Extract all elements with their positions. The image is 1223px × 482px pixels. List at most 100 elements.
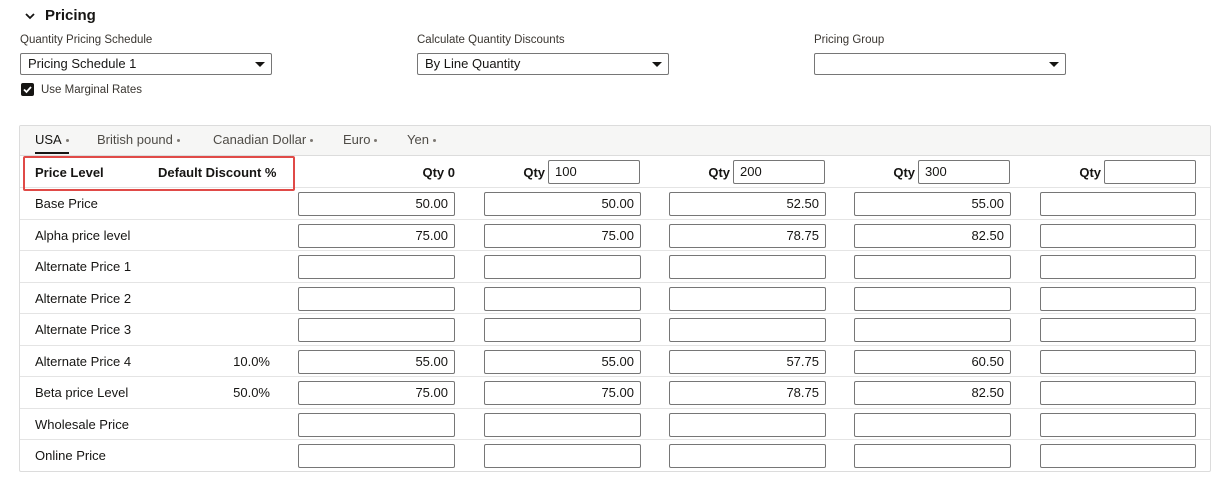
price-cell[interactable]	[1040, 223, 1196, 248]
table-row: Wholesale Price	[20, 409, 1210, 440]
calculate-quantity-discounts-field: Calculate Quantity Discounts By Line Qua…	[417, 34, 669, 75]
price-cell[interactable]	[854, 318, 1011, 342]
quantity-pricing-schedule-select[interactable]: Pricing Schedule 1	[20, 53, 272, 75]
pricing-group-select[interactable]	[814, 53, 1066, 75]
pricing-group-label: Pricing Group	[814, 34, 885, 46]
quantity-pricing-schedule-label: Quantity Pricing Schedule	[20, 34, 153, 46]
price-cell[interactable]: 50.00	[298, 192, 455, 216]
price-cell[interactable]	[669, 286, 826, 311]
price-cell[interactable]	[1040, 349, 1196, 374]
price-cell[interactable]	[484, 318, 641, 342]
price-cell[interactable]	[298, 318, 455, 342]
price-level-label: Alternate Price 2	[35, 290, 132, 306]
tab-label: Canadian Dollar	[213, 132, 307, 147]
price-cell[interactable]	[298, 412, 455, 437]
qty-label: Qty	[708, 165, 730, 180]
price-cell[interactable]	[669, 444, 826, 468]
calculate-quantity-discounts-label: Calculate Quantity Discounts	[417, 34, 565, 46]
price-cell[interactable]	[854, 412, 1011, 437]
price-cell[interactable]: 82.50	[854, 223, 1011, 248]
price-cell[interactable]: 55.00	[484, 349, 641, 374]
price-cell[interactable]: 75.00	[298, 223, 455, 248]
use-marginal-rates-label: Use Marginal Rates	[41, 83, 142, 96]
price-cell[interactable]	[298, 255, 455, 279]
pricing-group-field: Pricing Group	[814, 34, 1066, 75]
tab-canadian-dollar[interactable]: Canadian Dollar	[213, 126, 314, 156]
tab-dot-icon	[310, 139, 314, 143]
price-cell[interactable]: 50.00	[484, 192, 641, 216]
price-cell[interactable]: 55.00	[854, 192, 1011, 216]
price-cell[interactable]	[1040, 318, 1196, 342]
price-cell[interactable]: 75.00	[484, 223, 641, 248]
qty-break-input-3[interactable]: 300	[918, 160, 1010, 184]
price-cell[interactable]	[669, 412, 826, 437]
price-cell[interactable]: 60.50	[854, 349, 1011, 374]
price-cell[interactable]	[484, 444, 641, 468]
pricing-section-header[interactable]: Pricing	[24, 5, 96, 25]
table-row: Alternate Price 3	[20, 314, 1210, 346]
tab-dot-icon	[176, 139, 180, 143]
tab-dot-icon	[65, 139, 69, 143]
tab-label: Yen	[407, 132, 429, 147]
price-cell[interactable]	[298, 444, 455, 468]
tab-label: British pound	[97, 132, 173, 147]
price-cell[interactable]: 82.50	[854, 381, 1011, 405]
price-cell[interactable]: 75.00	[298, 381, 455, 405]
price-cell[interactable]	[1040, 192, 1196, 216]
price-cell[interactable]	[1040, 381, 1196, 405]
price-cell[interactable]	[854, 444, 1011, 468]
chevron-down-icon[interactable]	[24, 9, 36, 21]
price-cell[interactable]	[1040, 412, 1196, 437]
qty-label: Qty	[523, 165, 545, 180]
price-level-label: Base Price	[35, 196, 98, 211]
price-cell[interactable]: 55.00	[298, 349, 455, 374]
price-cell[interactable]	[854, 255, 1011, 279]
qty-break-input-2[interactable]: 200	[733, 160, 825, 184]
dropdown-caret-icon	[255, 62, 265, 67]
price-cell[interactable]	[298, 286, 455, 311]
price-level-header: Price Level	[35, 165, 104, 180]
price-cell[interactable]	[669, 318, 826, 342]
table-row: Alpha price level 75.00 75.00 78.75 82.5…	[20, 220, 1210, 251]
price-cell[interactable]	[669, 255, 826, 279]
tab-yen[interactable]: Yen	[407, 126, 436, 156]
price-cell[interactable]	[1040, 286, 1196, 311]
section-title: Pricing	[45, 6, 96, 24]
price-level-label: Wholesale Price	[35, 416, 129, 432]
quantity-pricing-schedule-field: Quantity Pricing Schedule Pricing Schedu…	[20, 34, 272, 75]
default-discount-value: 50.0%	[233, 385, 270, 400]
price-level-label: Alpha price level	[35, 227, 131, 243]
table-row: Beta price Level 50.0% 75.00 75.00 78.75…	[20, 377, 1210, 409]
tab-usa[interactable]: USA	[35, 126, 69, 156]
checkmark-icon	[23, 86, 32, 94]
price-cell[interactable]: 57.75	[669, 349, 826, 374]
price-cell[interactable]	[1040, 255, 1196, 279]
dropdown-caret-icon	[652, 62, 662, 67]
calculate-quantity-discounts-value: By Line Quantity	[425, 56, 521, 71]
price-cell[interactable]	[484, 255, 641, 279]
default-discount-header: Default Discount %	[158, 165, 277, 180]
tab-label: USA	[35, 132, 62, 147]
qty-break-input-4[interactable]	[1104, 160, 1196, 184]
price-cell[interactable]: 75.00	[484, 381, 641, 405]
price-cell[interactable]: 78.75	[669, 381, 826, 405]
dropdown-caret-icon	[1049, 62, 1059, 67]
price-cell[interactable]: 52.50	[669, 192, 826, 216]
price-cell[interactable]	[854, 286, 1011, 311]
calculate-quantity-discounts-select[interactable]: By Line Quantity	[417, 53, 669, 75]
table-row: Alternate Price 1	[20, 251, 1210, 283]
tab-dot-icon	[432, 139, 436, 143]
use-marginal-rates-checkbox[interactable]	[21, 83, 34, 96]
price-cell[interactable]	[484, 286, 641, 311]
price-cell[interactable]: 78.75	[669, 223, 826, 248]
currency-tab-bar: USA British pound Canadian Dollar Euro Y…	[20, 126, 1210, 156]
tab-euro[interactable]: Euro	[343, 126, 378, 156]
quantity-pricing-schedule-value: Pricing Schedule 1	[28, 56, 137, 71]
tab-british-pound[interactable]: British pound	[97, 126, 180, 156]
table-header-row: Price Level Default Discount % Qty 0 Qty…	[20, 157, 1210, 188]
price-level-label: Alternate Price 3	[35, 322, 132, 337]
price-cell[interactable]	[484, 412, 641, 437]
qty-break-input-1[interactable]: 100	[548, 160, 640, 184]
price-cell[interactable]	[1040, 444, 1196, 468]
qty0-header: Qty 0	[422, 165, 455, 180]
